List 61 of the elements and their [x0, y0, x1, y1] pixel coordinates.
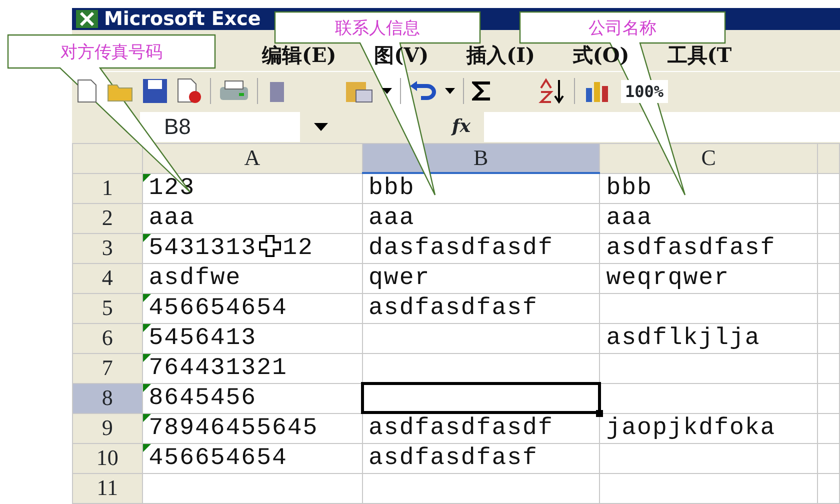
row-header[interactable]: 4 [72, 263, 142, 294]
row-header[interactable]: 11 [72, 473, 142, 504]
cell-text: bbb [606, 174, 652, 202]
row-header[interactable]: 6 [72, 323, 142, 354]
sort-ascending-icon[interactable] [538, 78, 566, 104]
cell-text: weqrqwer [606, 264, 730, 292]
cell-text: asdfasdfasdf [368, 414, 554, 442]
cell-text: aaa [368, 204, 415, 232]
cell-text: asdflkjlja [606, 324, 760, 352]
row-header[interactable]: 7 [72, 353, 142, 384]
cell-text: aaa [606, 204, 652, 232]
menu-item[interactable]: 工具(T [667, 42, 732, 70]
cell-text: aaa [148, 204, 195, 232]
row-header[interactable]: 8 [72, 383, 142, 414]
row-header[interactable]: 1 [72, 173, 142, 204]
dropdown-arrow-icon[interactable] [314, 122, 328, 131]
dropdown-arrow-icon[interactable] [445, 88, 455, 94]
cross-cursor-icon [258, 234, 281, 257]
sum-icon[interactable] [472, 80, 492, 102]
row-header[interactable]: 9 [72, 413, 142, 444]
zoom-field[interactable]: 100% [621, 80, 668, 103]
cell-text: asdfasdfasf [368, 444, 538, 472]
row-header[interactable]: 3 [72, 233, 142, 264]
callout-label: 对方传真号码 [60, 42, 162, 62]
cell-text: 78946455645 [148, 414, 318, 442]
column-header[interactable]: B [362, 143, 600, 174]
callout-label: 公司名称 [588, 18, 656, 38]
cell-text: 764431321 [148, 354, 288, 382]
undo-icon[interactable] [409, 80, 437, 102]
name-box[interactable]: B8 [140, 112, 300, 142]
row-header[interactable]: 10 [72, 443, 142, 474]
row-header[interactable]: 2 [72, 203, 142, 234]
cell-text: 12 [282, 234, 314, 262]
cell-text: asdfasdfasf [606, 234, 776, 262]
cell-text: qwer [368, 264, 430, 292]
dropdown-arrow-icon[interactable] [382, 88, 392, 94]
cell-text: 5456413 [148, 324, 257, 352]
cell-text: 456654654 [148, 444, 288, 472]
spreadsheet-app-icon [76, 10, 98, 28]
cell-text: bbb [368, 175, 415, 202]
fill-handle[interactable] [596, 410, 604, 417]
cell-text: 8645456 [148, 384, 257, 412]
cell-text: asdfasdfasf [368, 294, 538, 322]
new-document-icon[interactable] [76, 78, 98, 104]
page-icon[interactable] [176, 78, 202, 104]
cell-text: jaopjkdfoka [606, 414, 776, 442]
row-header[interactable]: 5 [72, 293, 142, 324]
column-header[interactable]: C [600, 143, 818, 174]
cell-text: asdfwe [148, 264, 242, 292]
function-button[interactable]: fx [452, 116, 470, 138]
formula-input[interactable] [484, 112, 840, 142]
menu-item[interactable]: 编辑(E) [262, 42, 336, 70]
menu-item[interactable]: 插入(I) [466, 42, 535, 70]
column-header[interactable]: A [142, 143, 362, 174]
window-title: Microsoft Exce [104, 8, 261, 30]
callout-label: 联系人信息 [335, 18, 420, 38]
save-icon[interactable] [142, 78, 168, 104]
cell-text: dasfasdfasdf [368, 234, 554, 262]
cell-text: 123 [148, 174, 195, 202]
cell-text: 456654654 [148, 294, 288, 322]
cell-text: 5431313 [148, 234, 257, 262]
